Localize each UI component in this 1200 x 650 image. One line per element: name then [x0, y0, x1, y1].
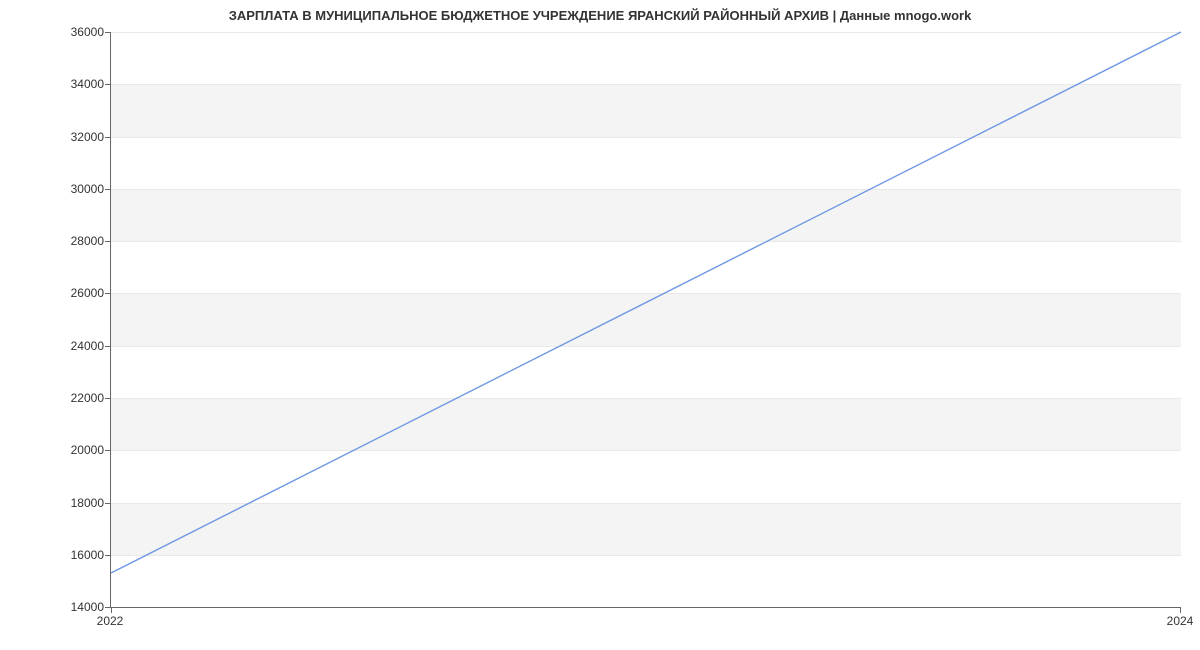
data-line	[111, 32, 1181, 573]
line-series	[111, 32, 1181, 607]
y-tick-label: 14000	[44, 600, 104, 614]
y-tick-label: 32000	[44, 130, 104, 144]
x-tick	[1180, 607, 1181, 613]
y-tick-label: 18000	[44, 496, 104, 510]
x-tick	[111, 607, 112, 613]
y-tick-label: 30000	[44, 182, 104, 196]
y-tick-label: 24000	[44, 339, 104, 353]
salary-line-chart: ЗАРПЛАТА В МУНИЦИПАЛЬНОЕ БЮДЖЕТНОЕ УЧРЕЖ…	[0, 0, 1200, 650]
y-tick-label: 16000	[44, 548, 104, 562]
y-tick-label: 36000	[44, 25, 104, 39]
x-tick-label: 2022	[97, 614, 124, 628]
plot-area	[110, 32, 1181, 608]
y-tick-label: 28000	[44, 234, 104, 248]
chart-title: ЗАРПЛАТА В МУНИЦИПАЛЬНОЕ БЮДЖЕТНОЕ УЧРЕЖ…	[0, 8, 1200, 23]
y-tick-label: 34000	[44, 77, 104, 91]
y-tick-label: 26000	[44, 286, 104, 300]
x-tick-label: 2024	[1167, 614, 1194, 628]
y-tick-label: 22000	[44, 391, 104, 405]
y-tick-label: 20000	[44, 443, 104, 457]
